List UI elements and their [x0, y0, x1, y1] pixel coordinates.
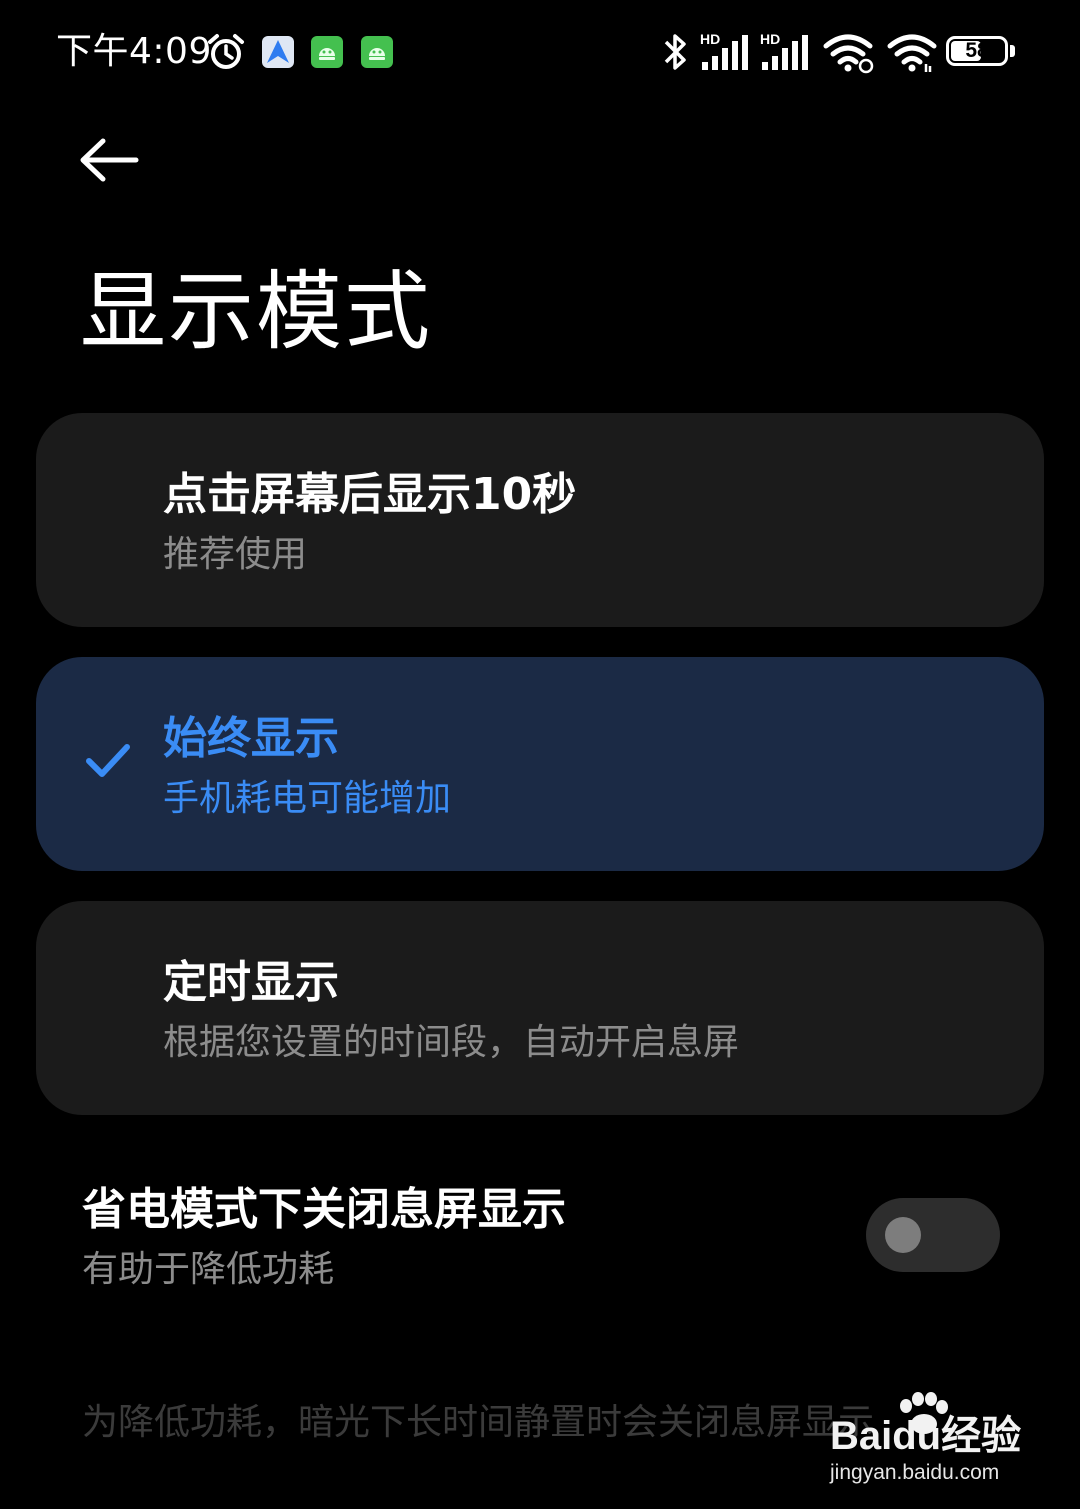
- back-arrow-icon: [80, 138, 139, 182]
- watermark-logo: Baidu经验: [830, 1414, 1022, 1458]
- status-time: 下午4:09: [56, 31, 212, 72]
- option-subtitle: 根据您设置的时间段，自动开启息屏: [163, 1022, 740, 1063]
- option-always-show[interactable]: 始终显示 手机耗电可能增加: [36, 657, 1044, 871]
- wifi-icon: [823, 34, 874, 74]
- option-title: 定时显示: [163, 957, 339, 1008]
- footnote: 为降低功耗，暗光下长时间静置时会关闭息屏显示: [82, 1402, 875, 1443]
- android-app-icon: [311, 36, 343, 68]
- baidu-watermark: Baidu经验 jingyan.baidu.com: [826, 1392, 1026, 1492]
- signal-icon: HD: [760, 32, 812, 72]
- option-tap-to-show[interactable]: 点击屏幕后显示10秒 推荐使用: [36, 413, 1044, 627]
- option-scheduled-show[interactable]: 定时显示 根据您设置的时间段，自动开启息屏: [36, 901, 1044, 1115]
- option-title: 点击屏幕后显示10秒: [163, 469, 577, 520]
- option-subtitle: 手机耗电可能增加: [163, 778, 452, 819]
- power-saving-subtitle: 有助于降低功耗: [82, 1249, 335, 1290]
- signal-icon: HD: [700, 32, 752, 72]
- power-saving-title: 省电模式下关闭息屏显示: [82, 1184, 566, 1235]
- maps-app-icon: [262, 36, 294, 68]
- bluetooth-icon: [664, 34, 686, 70]
- alarm-icon: [208, 34, 244, 69]
- check-icon: [86, 744, 130, 777]
- battery-icon: 58: [946, 36, 1008, 66]
- power-saving-row: 省电模式下关闭息屏显示 有助于降低功耗: [0, 1170, 1080, 1310]
- battery-tip: [1010, 45, 1015, 57]
- option-title: 始终显示: [163, 713, 339, 764]
- toggle-knob: [885, 1217, 921, 1253]
- power-saving-toggle[interactable]: [866, 1198, 1000, 1272]
- status-bar: 下午4:09 HD HD 58: [0, 0, 1080, 105]
- android-app-icon: [361, 36, 393, 68]
- page-title: 显示模式: [80, 262, 432, 362]
- battery-level: 58: [965, 39, 989, 62]
- back-button[interactable]: [72, 130, 148, 192]
- watermark-url: jingyan.baidu.com: [830, 1461, 1000, 1484]
- option-subtitle: 推荐使用: [163, 534, 308, 575]
- wifi-icon: [887, 34, 937, 72]
